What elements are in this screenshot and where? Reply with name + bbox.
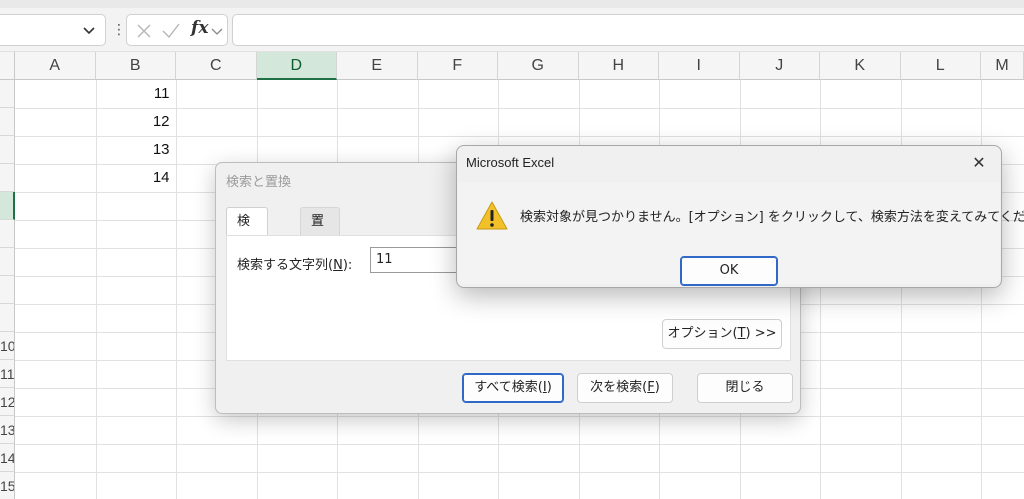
- formula-input[interactable]: [232, 14, 1024, 46]
- cancel-x-icon[interactable]: [135, 21, 153, 41]
- row-header[interactable]: 10: [0, 332, 15, 360]
- close-icon[interactable]: ✕: [965, 150, 993, 176]
- find-next-button[interactable]: 次を検索(F): [577, 373, 673, 403]
- close-button[interactable]: 閉じる: [697, 373, 793, 403]
- column-header-g[interactable]: G: [498, 52, 579, 80]
- dialog-title: 検索と置換: [226, 175, 292, 190]
- find-what-label: 検索する文字列(N):: [237, 258, 353, 273]
- gridline: [176, 80, 177, 499]
- message-box: Microsoft Excel ✕ 検索対象が見つかりません。[オプション] を…: [456, 145, 1024, 288]
- column-header-m[interactable]: M: [981, 52, 1024, 80]
- cell-b3[interactable]: 13: [96, 136, 176, 164]
- row-header[interactable]: [0, 136, 15, 164]
- row-header[interactable]: 13: [0, 416, 15, 444]
- warning-icon: [476, 201, 508, 230]
- formula-buttons: fx: [126, 14, 228, 46]
- gridline: [900, 80, 902, 499]
- gridline: [15, 444, 1024, 445]
- row-header[interactable]: [0, 164, 15, 192]
- insert-function-button[interactable]: fx: [191, 18, 208, 38]
- cell-b4[interactable]: 14: [96, 164, 176, 192]
- row-header[interactable]: [0, 80, 15, 108]
- column-header-i[interactable]: I: [659, 52, 740, 80]
- gridline: [15, 472, 1024, 473]
- tab-find[interactable]: 検索(D): [226, 207, 269, 285]
- gridline: [15, 416, 1024, 417]
- message-text: 検索対象が見つかりません。[オプション] をクリックして、検索方法を変えてみてく…: [520, 210, 1024, 225]
- row-header[interactable]: [0, 220, 15, 248]
- column-header-e[interactable]: E: [337, 52, 418, 80]
- tab-replace[interactable]: 置換(P): [300, 207, 340, 285]
- gridline: [981, 80, 982, 499]
- chevron-down-icon[interactable]: [81, 22, 97, 38]
- column-header-k[interactable]: K: [820, 52, 901, 80]
- column-header-a[interactable]: A: [15, 52, 96, 80]
- row-header[interactable]: 15: [0, 472, 15, 499]
- column-header-l[interactable]: L: [900, 52, 981, 80]
- name-box[interactable]: [0, 14, 106, 46]
- formula-bar-grip[interactable]: ⋮: [112, 20, 126, 40]
- message-box-body: 検索対象が見つかりません。[オプション] をクリックして、検索方法を変えてみてく…: [458, 182, 1024, 286]
- column-header-d[interactable]: D: [256, 52, 337, 80]
- ok-button[interactable]: OK: [680, 256, 778, 286]
- options-button[interactable]: オプション(T) >>: [662, 319, 782, 349]
- column-header-j[interactable]: J: [739, 52, 820, 80]
- select-all-corner[interactable]: [0, 52, 15, 80]
- row-header[interactable]: [0, 108, 15, 136]
- cell-b2[interactable]: 12: [96, 108, 176, 136]
- column-header-h[interactable]: H: [578, 52, 659, 80]
- row-header[interactable]: 11: [0, 360, 15, 388]
- message-box-title: Microsoft Excel: [466, 155, 555, 170]
- row-header[interactable]: [0, 304, 15, 332]
- column-header-b[interactable]: B: [95, 52, 176, 80]
- row-header[interactable]: 12: [0, 388, 15, 416]
- row-header[interactable]: [0, 192, 15, 220]
- column-header-c[interactable]: C: [176, 52, 257, 80]
- column-header-f[interactable]: F: [417, 52, 498, 80]
- gridline: [820, 80, 821, 499]
- row-header[interactable]: [0, 276, 15, 304]
- row-header[interactable]: 14: [0, 444, 15, 472]
- formula-bar: ⋮ fx: [0, 0, 1024, 52]
- cell-b1[interactable]: 11: [96, 80, 176, 108]
- ribbon-edge: [0, 0, 1024, 8]
- row-header[interactable]: [0, 248, 15, 276]
- find-all-button[interactable]: すべて検索(I): [462, 373, 564, 403]
- chevron-down-icon[interactable]: [211, 21, 223, 41]
- checkmark-icon[interactable]: [161, 21, 181, 41]
